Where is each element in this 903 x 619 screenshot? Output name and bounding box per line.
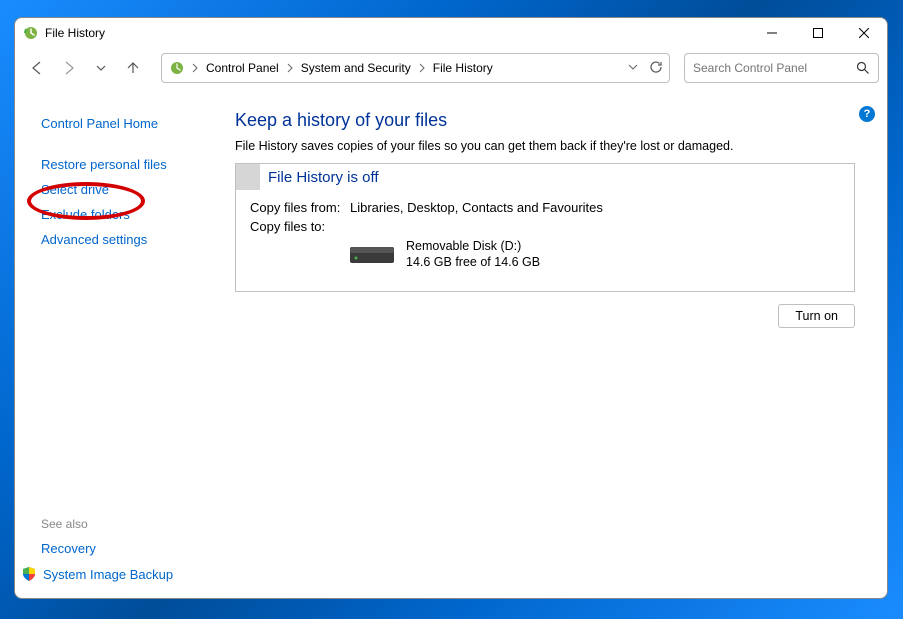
drive-name: Removable Disk (D:) — [406, 238, 540, 254]
copy-from-value: Libraries, Desktop, Contacts and Favouri… — [350, 200, 603, 215]
see-also-label: See also — [41, 517, 215, 531]
page-title: Keep a history of your files — [235, 110, 855, 131]
recovery-link[interactable]: Recovery — [41, 541, 96, 556]
titlebar: File History — [15, 18, 887, 48]
file-history-icon — [23, 25, 39, 41]
main-content: ? Keep a history of your files File Hist… — [215, 88, 887, 598]
copy-to-label: Copy files to: — [250, 219, 350, 234]
chevron-right-icon[interactable] — [417, 63, 427, 73]
breadcrumb-file-history[interactable]: File History — [431, 61, 495, 75]
chevron-down-icon[interactable] — [627, 61, 639, 76]
close-button[interactable] — [841, 18, 887, 48]
file-history-panel: File History is off Copy files from: Lib… — [235, 163, 855, 292]
chevron-right-icon[interactable] — [190, 63, 200, 73]
sidebar: Control Panel Home Restore personal file… — [15, 88, 215, 598]
file-history-window: File History — [14, 17, 888, 599]
advanced-settings-link[interactable]: Advanced settings — [41, 232, 147, 247]
select-drive-link[interactable]: Select drive — [41, 182, 109, 197]
system-image-backup-link[interactable]: System Image Backup — [43, 567, 173, 582]
toolbar: Control Panel System and Security File H… — [15, 48, 887, 88]
refresh-icon[interactable] — [649, 60, 663, 77]
exclude-folders-link[interactable]: Exclude folders — [41, 207, 130, 222]
restore-files-link[interactable]: Restore personal files — [41, 157, 167, 172]
panel-title: File History is off — [260, 169, 379, 186]
copy-from-label: Copy files from: — [250, 200, 350, 215]
back-button[interactable] — [23, 54, 51, 82]
up-button[interactable] — [119, 54, 147, 82]
page-description: File History saves copies of your files … — [235, 139, 855, 153]
forward-button[interactable] — [55, 54, 83, 82]
chevron-right-icon[interactable] — [285, 63, 295, 73]
turn-on-button[interactable]: Turn on — [778, 304, 855, 328]
drive-icon — [350, 241, 394, 267]
drive-free-space: 14.6 GB free of 14.6 GB — [406, 254, 540, 270]
maximize-button[interactable] — [795, 18, 841, 48]
minimize-button[interactable] — [749, 18, 795, 48]
recent-dropdown-icon[interactable] — [87, 54, 115, 82]
shield-icon — [21, 566, 37, 582]
window-title: File History — [45, 26, 105, 40]
help-icon[interactable]: ? — [859, 106, 875, 122]
address-icon — [168, 59, 186, 77]
panel-header: File History is off — [236, 164, 854, 190]
breadcrumb-control-panel[interactable]: Control Panel — [204, 61, 281, 75]
breadcrumb-system-security[interactable]: System and Security — [299, 61, 413, 75]
search-input[interactable] — [693, 61, 856, 75]
address-bar[interactable]: Control Panel System and Security File H… — [161, 53, 670, 83]
panel-header-icon-spacer — [236, 164, 260, 190]
control-panel-home-link[interactable]: Control Panel Home — [41, 116, 158, 131]
search-icon[interactable] — [856, 61, 870, 75]
search-box[interactable] — [684, 53, 879, 83]
